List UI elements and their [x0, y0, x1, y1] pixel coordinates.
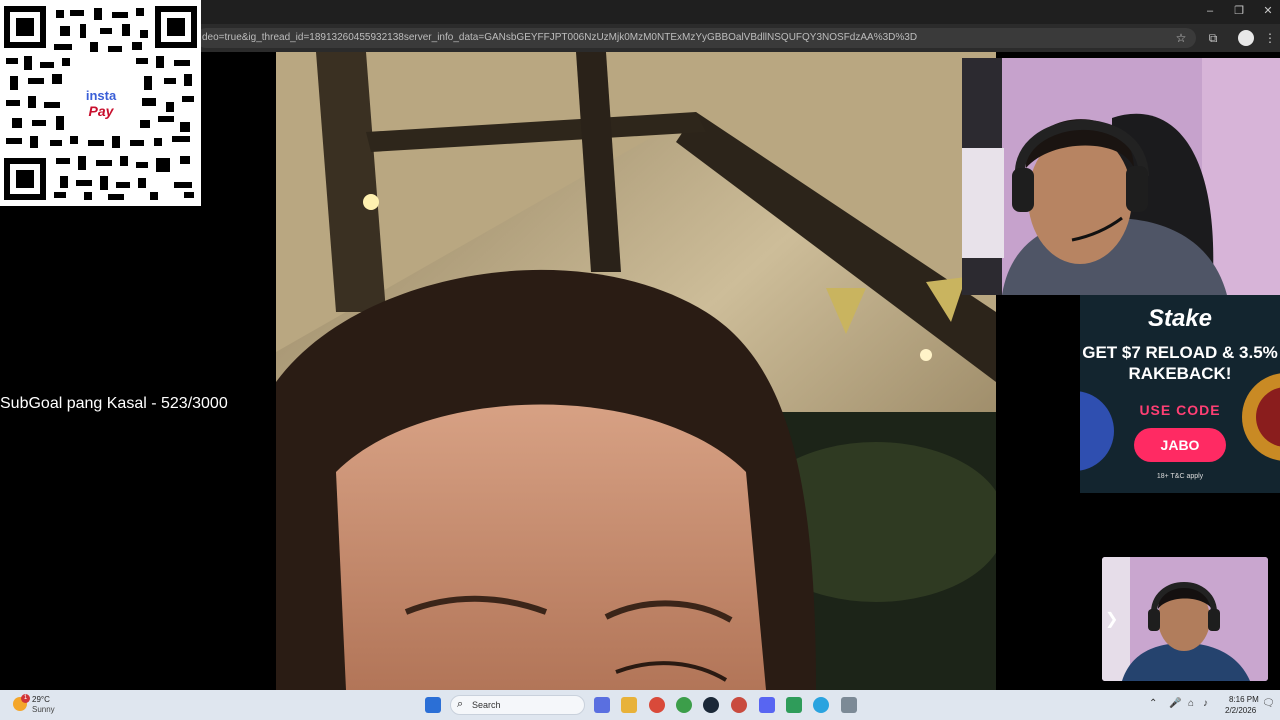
- instapay-logo-line2: Pay: [88, 103, 114, 119]
- camera-preview: ❯: [1102, 557, 1268, 681]
- clock-time[interactable]: 8:16 PM: [1229, 695, 1259, 704]
- webcam-scene: [962, 58, 1280, 295]
- tray-chevron-up-icon[interactable]: ⌃: [1149, 698, 1157, 709]
- instapay-logo: insta Pay: [78, 86, 124, 124]
- file-explorer-icon[interactable]: [621, 697, 637, 713]
- video-frame-scene: [276, 52, 996, 690]
- streamer-webcam: [962, 58, 1280, 295]
- extensions-icon[interactable]: ⧉: [1205, 30, 1221, 46]
- instapay-qr-code: insta Pay: [0, 0, 201, 206]
- search-placeholder: Search: [472, 700, 501, 710]
- browser-menu-icon[interactable]: ⋮: [1262, 30, 1278, 46]
- clock-date[interactable]: 2/2/2026: [1225, 706, 1256, 715]
- restore-button[interactable]: ❐: [1224, 2, 1254, 20]
- ad-terms: 18+ T&C apply: [1156, 473, 1204, 480]
- volume-icon[interactable]: ♪: [1203, 698, 1208, 709]
- taskbar: [0, 690, 1280, 720]
- network-icon[interactable]: ⌂: [1188, 698, 1194, 709]
- green-app-icon[interactable]: [786, 697, 802, 713]
- profile-avatar[interactable]: [1238, 30, 1254, 46]
- address-bar[interactable]: deo=true&ig_thread_id=18913260455932138s…: [196, 28, 1196, 48]
- weather-badge: 1: [21, 694, 30, 703]
- taskbar-search[interactable]: ⌕ Search: [450, 695, 585, 715]
- weather-condition[interactable]: Sunny: [32, 705, 55, 714]
- tool-app-icon[interactable]: [841, 697, 857, 713]
- ad-headline: GET $7 RELOAD & 3.5% RAKEBACK!: [1082, 343, 1278, 383]
- copilot-icon[interactable]: [594, 697, 610, 713]
- camera-preview-scene: [1102, 557, 1268, 681]
- bookmark-star-icon[interactable]: ☆: [1173, 30, 1189, 46]
- stake-logo: Stake: [1147, 305, 1213, 332]
- telegram-icon[interactable]: [813, 697, 829, 713]
- use-code-label: USE CODE: [1139, 402, 1221, 418]
- chrome-profile-icon[interactable]: [649, 697, 665, 713]
- notifications-icon[interactable]: 🗨: [1262, 698, 1275, 709]
- chrome-icon[interactable]: [676, 697, 692, 713]
- chevron-right-icon[interactable]: ❯: [1105, 609, 1118, 629]
- windows-start-icon[interactable]: [425, 697, 441, 713]
- minimize-button[interactable]: –: [1195, 2, 1225, 20]
- close-button[interactable]: ✕: [1253, 2, 1280, 20]
- steam-icon[interactable]: [703, 697, 719, 713]
- search-icon: ⌕: [457, 698, 464, 710]
- discord-icon[interactable]: [759, 697, 775, 713]
- instapay-logo-line1: insta: [85, 88, 117, 103]
- chrome-alt-profile-icon[interactable]: [731, 697, 747, 713]
- subgoal-text: SubGoal pang Kasal - 523/3000: [0, 395, 228, 412]
- promo-code-button[interactable]: JABO: [1134, 428, 1226, 462]
- stake-ad-banner[interactable]: Stake GET $7 RELOAD & 3.5% RAKEBACK! USE…: [1080, 295, 1280, 493]
- weather-temperature[interactable]: 29°C: [32, 695, 50, 704]
- microphone-icon[interactable]: 🎤: [1169, 698, 1181, 709]
- main-video-feed: [276, 52, 996, 690]
